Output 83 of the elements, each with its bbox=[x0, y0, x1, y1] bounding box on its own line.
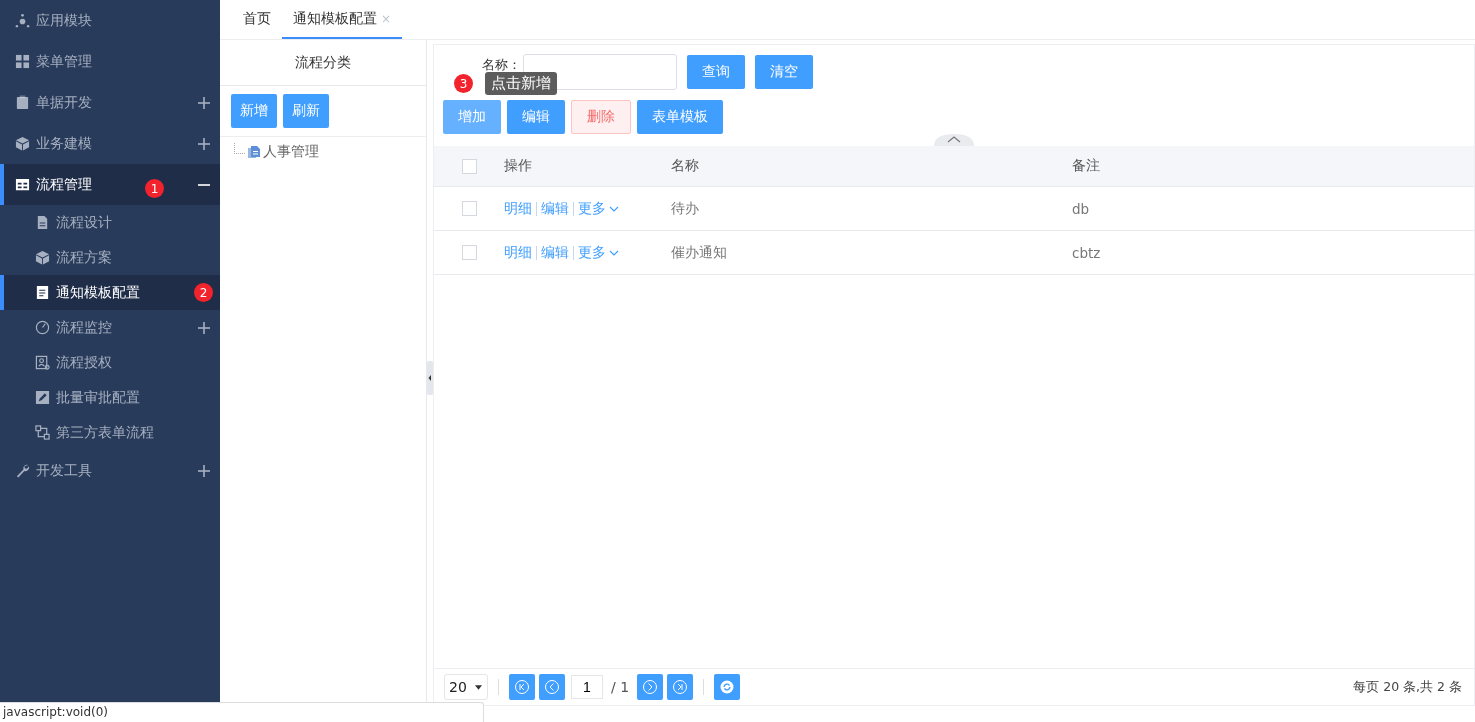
sidebar-item[interactable]: 业务建模 bbox=[0, 123, 220, 164]
chevron-down-icon[interactable] bbox=[609, 249, 619, 256]
last-page-button[interactable] bbox=[667, 674, 694, 700]
sidebar-item[interactable]: 应用模块 bbox=[0, 0, 220, 41]
status-bar: javascript:void(0) bbox=[0, 702, 484, 722]
action-link[interactable]: 更多 bbox=[578, 243, 606, 262]
sidebar-subitem[interactable]: 流程方案 bbox=[0, 240, 220, 275]
note-icon bbox=[35, 285, 50, 300]
cube-icon bbox=[35, 250, 50, 265]
window-icon bbox=[15, 177, 30, 192]
gauge-icon bbox=[35, 320, 50, 335]
plus-icon[interactable] bbox=[198, 464, 210, 477]
plus-icon[interactable] bbox=[198, 96, 210, 109]
tree-node[interactable]: 人事管理 bbox=[263, 143, 319, 161]
collapse-handle[interactable] bbox=[427, 361, 433, 395]
document-icon bbox=[35, 215, 50, 230]
grid-icon bbox=[15, 54, 30, 69]
step-badge: 3 bbox=[454, 74, 473, 93]
column-header: 操作 bbox=[504, 157, 533, 175]
field-label: 名称： bbox=[482, 56, 521, 74]
sidebar-subitem[interactable]: 流程设计 bbox=[0, 205, 220, 240]
checkbox[interactable] bbox=[461, 158, 477, 174]
table-cell-text: db bbox=[1072, 200, 1091, 217]
action-link[interactable]: 编辑 bbox=[541, 199, 569, 218]
table-cell-text: cbtz bbox=[1072, 244, 1102, 261]
search-button[interactable]: 清空 bbox=[755, 55, 813, 89]
next-page-button[interactable] bbox=[637, 674, 664, 700]
page-tab[interactable]: 通知模板配置 × bbox=[282, 0, 403, 39]
refresh-icon bbox=[719, 679, 736, 695]
page-size-select[interactable]: 20 bbox=[444, 674, 488, 700]
sidebar-subitem[interactable]: 通知模板配置 2 bbox=[0, 275, 220, 310]
network-icon bbox=[15, 13, 30, 28]
wrench-icon bbox=[15, 463, 30, 478]
tooltip: 点击新增 bbox=[485, 72, 557, 95]
toolbar-button[interactable]: 刷新 bbox=[283, 94, 329, 128]
user-card-icon bbox=[35, 355, 50, 370]
action-link[interactable]: 编辑 bbox=[541, 243, 569, 262]
page-total: / 1 bbox=[611, 679, 630, 695]
sidebar-subitem[interactable]: 第三方表单流程 bbox=[0, 415, 220, 450]
edit-icon bbox=[35, 390, 50, 405]
page-tab[interactable]: 首页 bbox=[232, 0, 282, 39]
file-icon bbox=[247, 145, 261, 159]
clipboard-icon bbox=[15, 95, 30, 110]
next-icon bbox=[642, 679, 659, 695]
previous-icon bbox=[544, 679, 560, 695]
action-link[interactable]: 更多 bbox=[578, 199, 606, 218]
page-input[interactable]: 1 bbox=[571, 675, 603, 699]
table-cell-text: 待办 bbox=[671, 199, 700, 218]
last-page-icon bbox=[672, 679, 689, 695]
refresh-button[interactable] bbox=[714, 674, 741, 700]
action-link[interactable]: 明细 bbox=[504, 199, 532, 218]
chevron-down-icon[interactable] bbox=[609, 205, 619, 212]
flowchart-icon bbox=[35, 425, 50, 440]
count-badge: 2 bbox=[194, 283, 213, 302]
column-header: 备注 bbox=[1072, 157, 1101, 175]
toolbar-button[interactable]: 删除 bbox=[571, 100, 631, 134]
sidebar-item[interactable]: 单据开发 bbox=[0, 82, 220, 123]
first-page-icon bbox=[514, 679, 530, 695]
sidebar-item[interactable]: 流程管理 1 bbox=[0, 164, 220, 205]
first-page-button[interactable] bbox=[509, 674, 535, 700]
cube-icon bbox=[15, 136, 30, 151]
sidebar-subitem[interactable]: 流程监控 bbox=[0, 310, 220, 345]
sidebar-item[interactable]: 菜单管理 bbox=[0, 41, 220, 82]
checkbox[interactable] bbox=[461, 245, 477, 260]
search-button[interactable]: 查询 bbox=[687, 55, 745, 89]
sidebar-subitem[interactable]: 批量审批配置 bbox=[0, 380, 220, 415]
sidebar-subitem[interactable]: 流程授权 bbox=[0, 345, 220, 380]
toolbar-button[interactable]: 表单模板 bbox=[637, 100, 723, 134]
count-badge: 1 bbox=[145, 179, 164, 198]
panel-title: 流程分类 bbox=[220, 40, 426, 86]
plus-icon[interactable] bbox=[198, 321, 210, 334]
checkbox[interactable] bbox=[461, 201, 477, 216]
pagination-summary: 每页 20 条,共 2 条 bbox=[1353, 678, 1462, 696]
toolbar-button[interactable]: 编辑 bbox=[507, 100, 565, 134]
previous-page-button[interactable] bbox=[539, 674, 565, 700]
plus-icon[interactable] bbox=[198, 137, 210, 150]
toolbar-button[interactable]: 新增 bbox=[231, 94, 277, 128]
table-cell-text: 催办通知 bbox=[671, 243, 728, 262]
collapse-tab-icon[interactable] bbox=[934, 134, 974, 146]
caret-icon bbox=[474, 684, 482, 690]
column-header: 名称 bbox=[671, 157, 700, 175]
sidebar-item[interactable]: 开发工具 bbox=[0, 450, 220, 491]
action-link[interactable]: 明细 bbox=[504, 243, 532, 262]
